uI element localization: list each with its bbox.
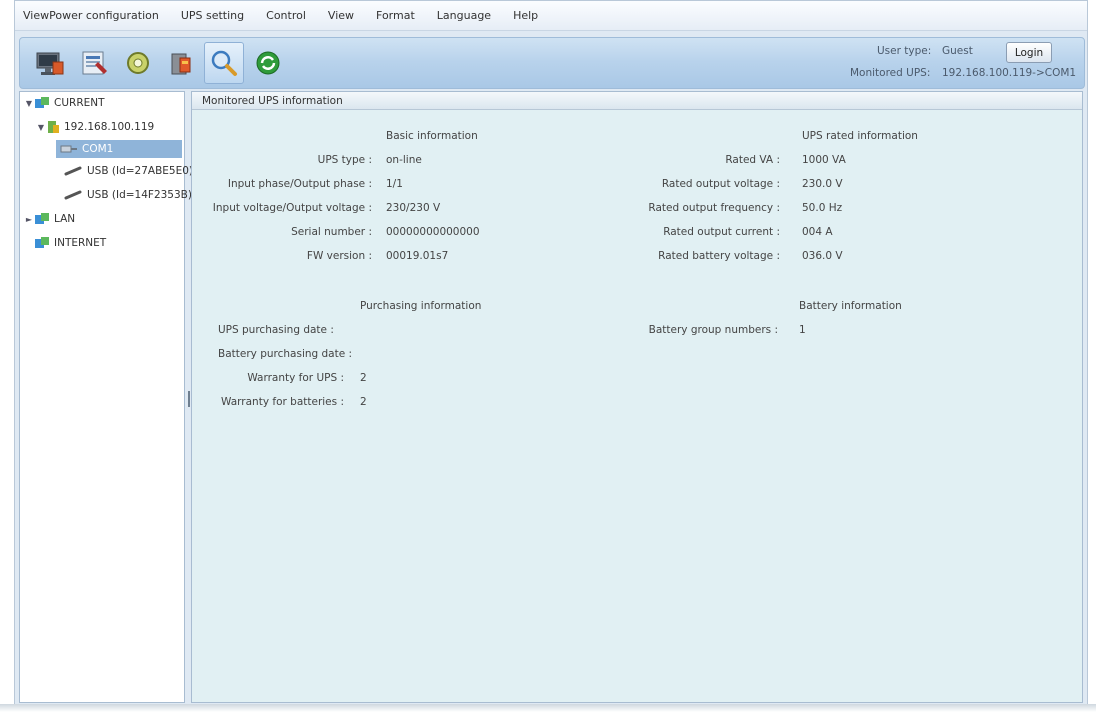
- expand-arrow-icon[interactable]: ▼: [36, 123, 46, 132]
- collapse-arrow-icon[interactable]: ►: [24, 215, 34, 224]
- user-type-value: Guest: [942, 45, 973, 57]
- refresh-button[interactable]: [248, 42, 288, 84]
- ups-purchasing-date-label: UPS purchasing date :: [218, 324, 334, 336]
- tree-label-internet: INTERNET: [54, 237, 107, 249]
- battery-info-title: Battery information: [799, 300, 902, 312]
- toolbar: User type: Guest Login Monitored UPS: 19…: [19, 37, 1085, 89]
- warranty-ups-label: Warranty for UPS :: [247, 372, 344, 384]
- monitored-ups-label: Monitored UPS:: [850, 67, 931, 79]
- login-button-label: Login: [1014, 46, 1044, 59]
- rated-info-title: UPS rated information: [802, 130, 918, 142]
- panel-title: Monitored UPS information: [192, 92, 1082, 110]
- rated-output-voltage-value: 230.0 V: [802, 178, 843, 190]
- configuration-button[interactable]: [75, 42, 115, 84]
- tree-node-lan[interactable]: ► LAN: [24, 210, 75, 228]
- tree-node-com1[interactable]: COM1: [56, 140, 182, 158]
- basic-info-title: Basic information: [386, 130, 478, 142]
- rated-va-value: 1000 VA: [802, 154, 846, 166]
- network-icon: [35, 97, 49, 108]
- shutdown-icon: [171, 53, 191, 75]
- tree-label-com1: COM1: [82, 143, 114, 155]
- monitored-ups-value: 192.168.100.119->COM1: [942, 67, 1077, 79]
- menu-ups-setting[interactable]: UPS setting: [181, 9, 244, 22]
- serial-number-label: Serial number :: [291, 226, 372, 238]
- tree-node-current[interactable]: ▼ CURRENT: [24, 94, 105, 112]
- menu-format[interactable]: Format: [376, 9, 415, 22]
- ups-type-value: on-line: [386, 154, 422, 166]
- fw-version-value: 00019.01s7: [386, 250, 449, 262]
- menu-viewpower-configuration[interactable]: ViewPower configuration: [23, 9, 159, 22]
- monitor-button[interactable]: [30, 42, 70, 84]
- rated-va-label: Rated VA :: [725, 154, 780, 166]
- ups-type-label: UPS type :: [317, 154, 372, 166]
- rated-battery-voltage-label: Rated battery voltage :: [658, 250, 780, 262]
- rated-output-current-label: Rated output current :: [663, 226, 780, 238]
- battery-group-numbers-value: 1: [799, 324, 806, 336]
- user-type-label: User type:: [877, 45, 932, 57]
- rated-output-voltage-label: Rated output voltage :: [661, 178, 780, 190]
- tree-label-usb2: USB (Id=14F2353B): [87, 189, 192, 201]
- menu-language[interactable]: Language: [437, 9, 491, 22]
- fw-version-label: FW version :: [306, 250, 372, 262]
- monitor-icon: [36, 52, 64, 75]
- menu-control[interactable]: Control: [266, 9, 306, 22]
- expand-arrow-icon[interactable]: ▼: [24, 99, 34, 108]
- tree-label-host: 192.168.100.119: [64, 121, 155, 133]
- refresh-icon: [256, 51, 280, 75]
- ups-info-panel: Monitored UPS information Basic informat…: [191, 91, 1083, 703]
- battery-group-numbers-label: Battery group numbers :: [648, 324, 778, 336]
- viewpower-window: ViewPower configuration UPS setting Cont…: [14, 0, 1088, 706]
- tree-node-usb1[interactable]: USB (Id=27ABE5E0): [64, 162, 193, 180]
- menu-view[interactable]: View: [328, 9, 354, 22]
- login-button[interactable]: Login: [1006, 42, 1052, 63]
- rated-battery-voltage-value: 036.0 V: [802, 250, 843, 262]
- serial-number-value: 00000000000000: [386, 226, 480, 238]
- phase-label: Input phase/Output phase :: [227, 178, 372, 190]
- control-button[interactable]: [118, 42, 158, 84]
- usb-icon: [64, 190, 82, 200]
- serial-port-icon: [60, 145, 77, 153]
- device-tree: ▼ CURRENT ▼ 192.168.100.119 COM1 USB (Id…: [19, 91, 193, 703]
- network-icon: [35, 213, 49, 224]
- warranty-batteries-label: Warranty for batteries :: [221, 396, 344, 408]
- rated-output-frequency-value: 50.0 Hz: [802, 202, 843, 214]
- search-icon: [211, 50, 237, 76]
- voltage-label: Input voltage/Output voltage :: [212, 202, 372, 214]
- window-shadow: [0, 704, 1096, 712]
- warranty-batteries-value: 2: [360, 396, 367, 408]
- tree-node-host[interactable]: ▼ 192.168.100.119: [36, 118, 154, 136]
- phase-value: 1/1: [386, 178, 403, 190]
- control-icon: [127, 52, 149, 74]
- tree-node-usb2[interactable]: USB (Id=14F2353B): [64, 186, 192, 204]
- battery-purchasing-date-label: Battery purchasing date :: [218, 348, 353, 360]
- configuration-icon: [82, 51, 107, 75]
- voltage-value: 230/230 V: [386, 202, 441, 214]
- search-button[interactable]: [204, 42, 244, 84]
- tree-node-internet[interactable]: INTERNET: [34, 234, 106, 252]
- tree-label-usb1: USB (Id=27ABE5E0): [87, 165, 194, 177]
- rated-output-frequency-label: Rated output frequency :: [648, 202, 780, 214]
- rated-output-current-value: 004 A: [802, 226, 833, 238]
- menu-bar: ViewPower configuration UPS setting Cont…: [15, 1, 1087, 31]
- network-icon: [35, 237, 49, 248]
- host-icon: [48, 121, 59, 133]
- tree-label-current: CURRENT: [54, 97, 105, 109]
- purchasing-info-title: Purchasing information: [360, 300, 482, 312]
- warranty-ups-value: 2: [360, 372, 367, 384]
- panel-splitter[interactable]: [188, 391, 190, 407]
- menu-help[interactable]: Help: [513, 9, 538, 22]
- tree-label-lan: LAN: [54, 213, 76, 225]
- usb-icon: [64, 166, 82, 176]
- shutdown-button[interactable]: [162, 42, 202, 84]
